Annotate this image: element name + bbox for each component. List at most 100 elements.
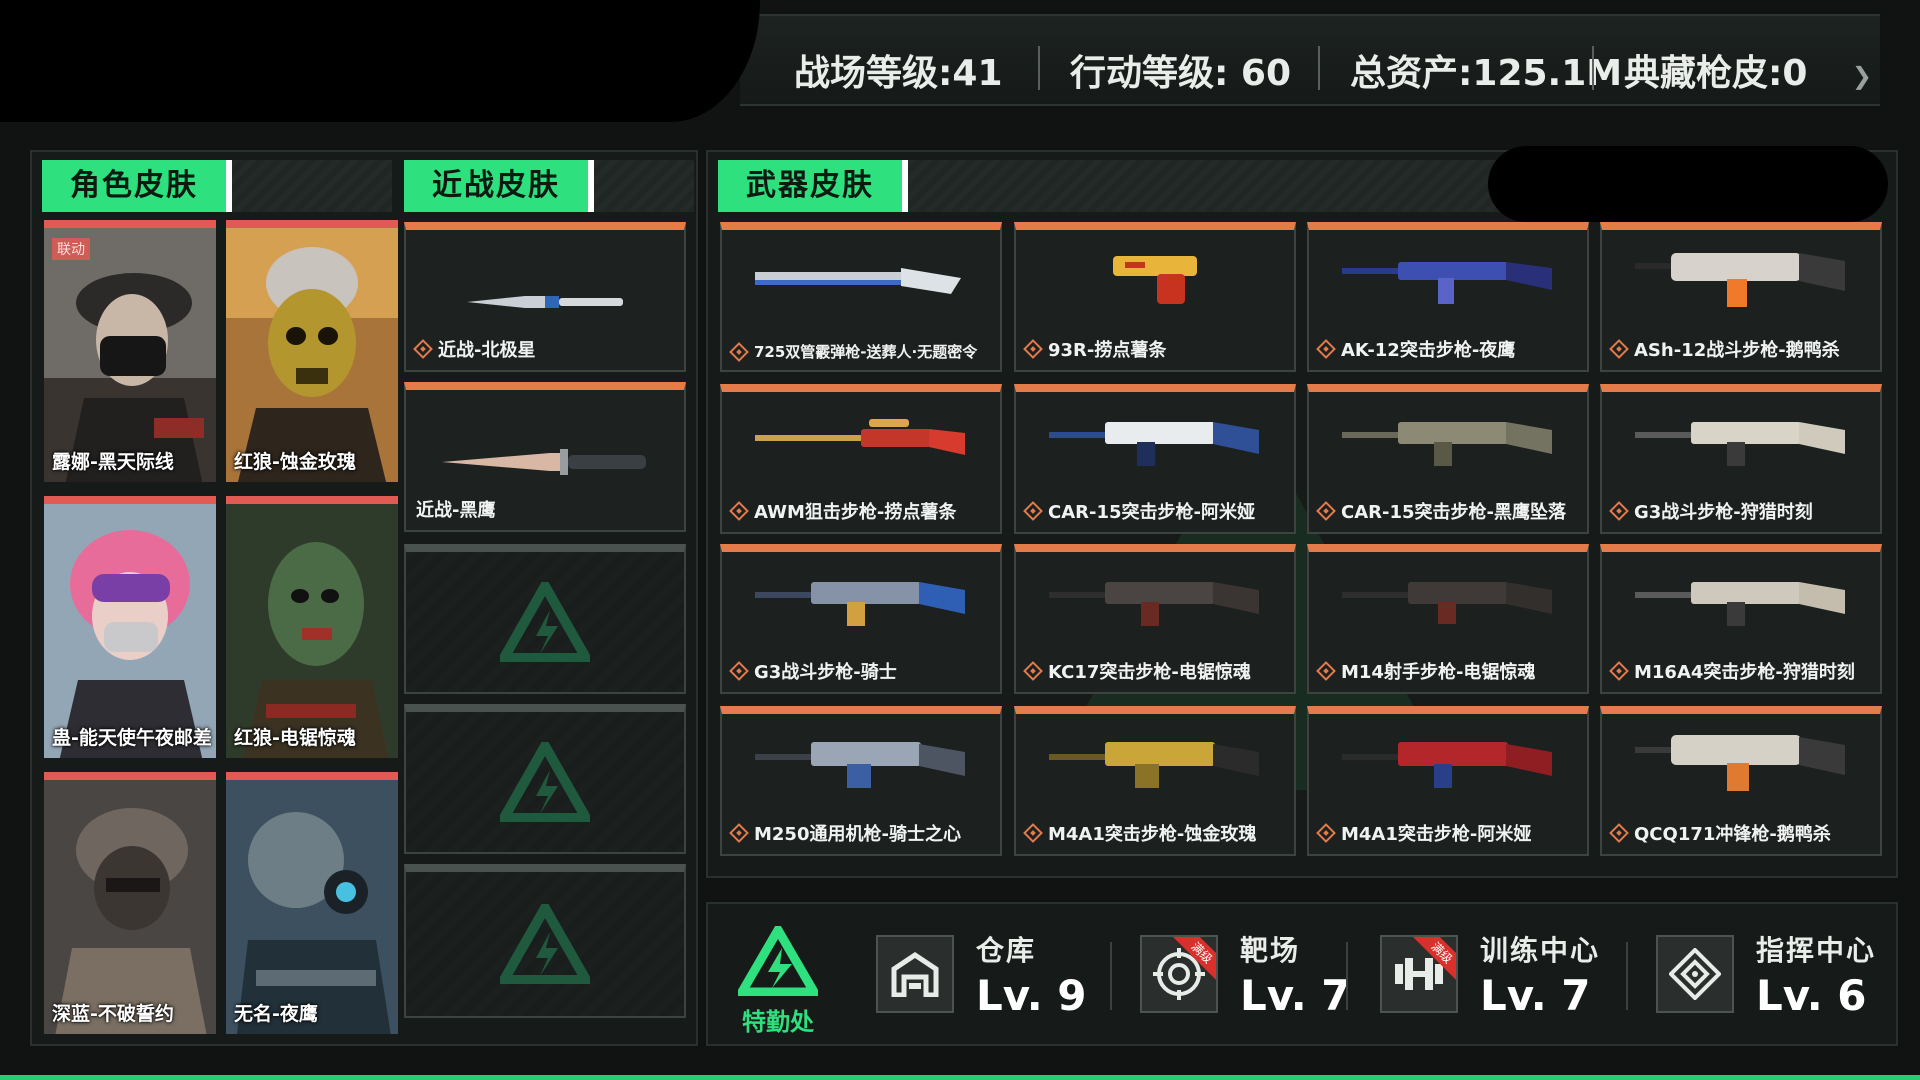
weapon-name-row: QCQ171冲锋枪-鹅鸭杀 <box>1609 820 1831 846</box>
empty-melee-slot[interactable] <box>404 864 686 1018</box>
melee-card[interactable]: 近战-黑鹰 <box>404 382 686 532</box>
rifle-image <box>755 582 965 626</box>
divider <box>1626 942 1628 1010</box>
weapon-name-row: M4A1突击步枪-阿米娅 <box>1316 820 1532 846</box>
character-card[interactable]: 红狼-电锯惊魂 <box>226 496 398 758</box>
diamond-icon <box>1316 661 1336 681</box>
character-card[interactable]: 无名-夜鹰 <box>226 772 398 1034</box>
weapon-card[interactable]: 725双管霰弹枪-送葬人·无题密令 <box>720 222 1002 372</box>
weapon-name-row: G3战斗步枪-狩猎时刻 <box>1609 498 1813 524</box>
weapon-card[interactable]: AK-12突击步枪-夜鹰 <box>1307 222 1589 372</box>
diamond-icon <box>1609 823 1629 843</box>
diamond-icon <box>1023 501 1043 521</box>
character-card[interactable]: 红狼-蚀金玫瑰 <box>226 220 398 482</box>
weapon-name-row: M16A4突击步枪-狩猎时刻 <box>1609 658 1855 684</box>
diamond-icon <box>1609 339 1629 359</box>
diamond-icon <box>729 823 749 843</box>
character-portrait <box>226 504 398 758</box>
empty-melee-slot[interactable] <box>404 704 686 854</box>
weapon-card[interactable]: CAR-15突击步枪-黑鹰坠落 <box>1307 384 1589 534</box>
character-portrait <box>226 780 398 1034</box>
weapon-name-row: 725双管霰弹枪-送葬人·无题密令 <box>729 341 977 362</box>
facility-level: Lv. 9 <box>976 970 1087 1020</box>
weapon-name-row: M14射手步枪-电锯惊魂 <box>1316 658 1536 684</box>
divider <box>1038 46 1040 90</box>
chevron-right-icon[interactable]: ❯ <box>1852 62 1872 90</box>
weapon-card[interactable]: M250通用机枪-骑士之心 <box>720 706 1002 856</box>
weapon-card[interactable]: QCQ171冲锋枪-鹅鸭杀 <box>1600 706 1882 856</box>
dumbbell-icon: 满级 <box>1380 935 1458 1013</box>
redaction-block <box>1488 146 1888 222</box>
weapon-card[interactable]: AWM狙击步枪-捞点薯条 <box>720 384 1002 534</box>
diamond-icon <box>729 661 749 681</box>
tab-melee-skins[interactable]: 近战皮肤 <box>404 160 594 212</box>
character-name: 深蓝-不破誓约 <box>52 1003 174 1025</box>
weapon-name-row: AWM狙击步枪-捞点薯条 <box>729 498 957 524</box>
rifle-image <box>1635 253 1845 307</box>
character-name: 蛊-能天使午夜邮差 <box>52 727 212 749</box>
bottom-accent-line <box>0 1075 1920 1080</box>
collab-badge: 联动 <box>52 238 90 260</box>
facility-shooting-range[interactable]: 满级 靶场 Lv. 7 <box>1140 924 1351 1024</box>
smg-image <box>1635 735 1845 791</box>
character-name: 无名-夜鹰 <box>234 1003 318 1025</box>
weapon-card[interactable]: 93R-捞点薯条 <box>1014 222 1296 372</box>
redaction-block <box>0 0 760 122</box>
character-card[interactable]: 蛊-能天使午夜邮差 <box>44 496 216 758</box>
weapon-name: M14射手步枪-电锯惊魂 <box>1341 662 1536 683</box>
character-name: 红狼-电锯惊魂 <box>234 727 356 749</box>
melee-name-row: 近战-黑鹰 <box>416 496 495 522</box>
empty-melee-slot[interactable] <box>404 544 686 694</box>
header-fill <box>594 160 694 212</box>
character-portrait <box>44 780 216 1034</box>
rifle-image <box>1342 422 1552 466</box>
weapon-name: M16A4突击步枪-狩猎时刻 <box>1634 662 1855 683</box>
character-card[interactable]: 深蓝-不破誓约 <box>44 772 216 1034</box>
weapon-name: AWM狙击步枪-捞点薯条 <box>754 502 957 523</box>
character-card[interactable]: 联动 露娜-黑天际线 <box>44 220 216 482</box>
weapon-card[interactable]: M14射手步枪-电锯惊魂 <box>1307 544 1589 694</box>
tab-weapon-skins[interactable]: 武器皮肤 <box>718 160 908 212</box>
character-skins-header: 角色皮肤 <box>42 160 392 212</box>
triangle-logo-icon <box>500 742 590 822</box>
weapon-card[interactable]: M4A1突击步枪-阿米娅 <box>1307 706 1589 856</box>
weapon-name-row: CAR-15突击步枪-阿米娅 <box>1023 498 1255 524</box>
melee-card[interactable]: 近战-北极星 <box>404 222 686 372</box>
weapon-name: M4A1突击步枪-蚀金玫瑰 <box>1048 824 1257 845</box>
facility-training-center[interactable]: 满级 训练中心 Lv. 7 <box>1380 924 1600 1024</box>
facility-command-center[interactable]: 指挥中心 Lv. 6 <box>1656 924 1876 1024</box>
weapon-name-row: 93R-捞点薯条 <box>1023 336 1167 362</box>
diamond-icon <box>729 341 749 362</box>
character-name: 露娜-黑天际线 <box>52 451 174 473</box>
weapon-name: 93R-捞点薯条 <box>1048 340 1167 361</box>
weapon-name: M4A1突击步枪-阿米娅 <box>1341 824 1532 845</box>
facility-level: Lv. 6 <box>1756 970 1867 1020</box>
weapon-card[interactable]: CAR-15突击步枪-阿米娅 <box>1014 384 1296 534</box>
facility-name: 仓库 <box>976 933 1037 967</box>
weapon-card[interactable]: G3战斗步枪-狩猎时刻 <box>1600 384 1882 534</box>
weapon-card[interactable]: M16A4突击步枪-狩猎时刻 <box>1600 544 1882 694</box>
weapon-name: AK-12突击步枪-夜鹰 <box>1341 340 1516 361</box>
weapon-name-row: ASh-12战斗步枪-鹅鸭杀 <box>1609 336 1840 362</box>
melee-name: 近战-黑鹰 <box>416 500 496 521</box>
diamond-icon <box>1609 501 1629 521</box>
character-name: 红狼-蚀金玫瑰 <box>234 451 356 473</box>
diamond-icon <box>1609 661 1629 681</box>
shotgun-image <box>755 268 961 294</box>
machine-gun-image <box>755 742 965 788</box>
weapon-card[interactable]: M4A1突击步枪-蚀金玫瑰 <box>1014 706 1296 856</box>
warehouse-icon <box>876 935 954 1013</box>
diamond-icon <box>1023 661 1043 681</box>
weapon-card[interactable]: ASh-12战斗步枪-鹅鸭杀 <box>1600 222 1882 372</box>
weapon-name: M250通用机枪-骑士之心 <box>754 824 961 845</box>
weapon-card[interactable]: KC17突击步枪-电锯惊魂 <box>1014 544 1296 694</box>
weapon-card[interactable]: G3战斗步枪-骑士 <box>720 544 1002 694</box>
triangle-logo-icon <box>500 582 590 662</box>
weapon-name: QCQ171冲锋枪-鹅鸭杀 <box>1634 824 1831 845</box>
tab-character-skins[interactable]: 角色皮肤 <box>42 160 232 212</box>
hq-logo[interactable]: 特勤处 <box>730 921 826 1037</box>
weapon-name: ASh-12战斗步枪-鹅鸭杀 <box>1634 340 1840 361</box>
melee-name-row: 近战-北极星 <box>413 336 535 362</box>
facility-warehouse[interactable]: 仓库 Lv. 9 <box>876 924 1087 1024</box>
diamond-icon <box>1316 501 1336 521</box>
